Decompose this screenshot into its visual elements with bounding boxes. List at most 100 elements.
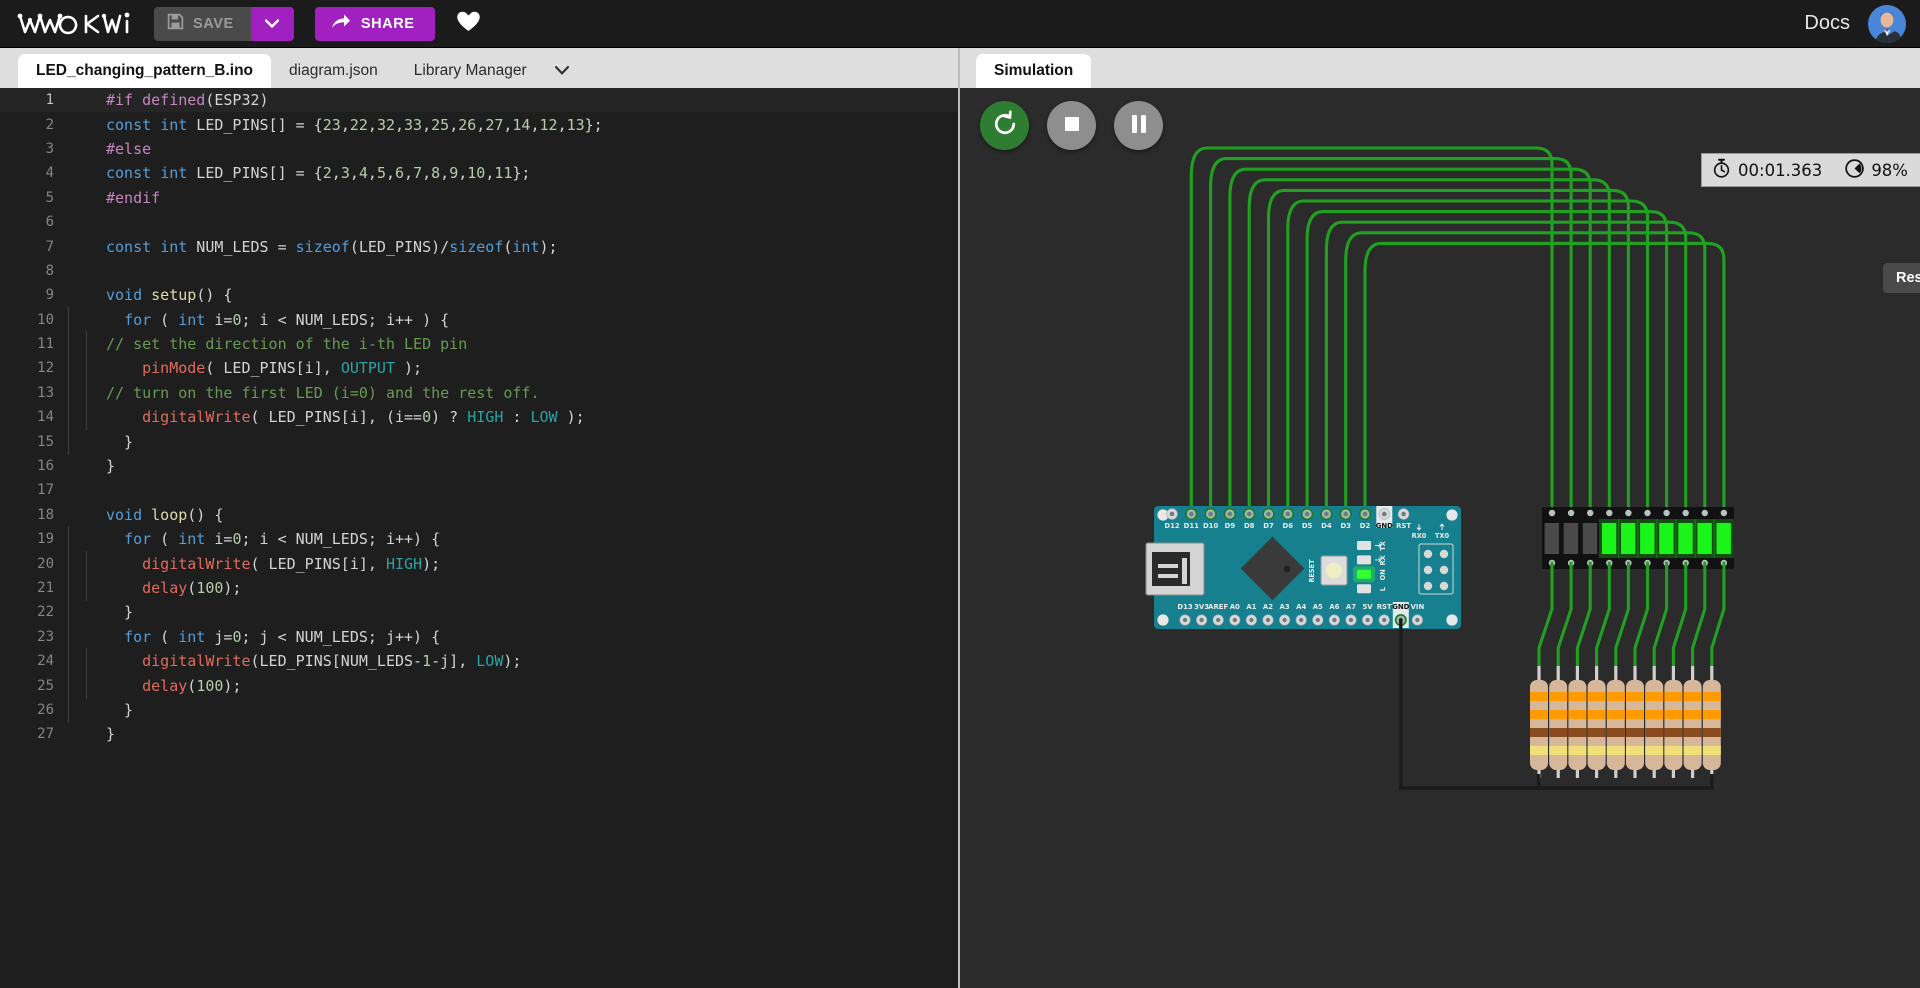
resistor-band-2: [1683, 710, 1702, 719]
code-line[interactable]: 25 delay(100);: [0, 672, 958, 699]
code-line[interactable]: 2 const int LED_PINS[] = {23,22,32,33,25,…: [0, 112, 958, 136]
code-line[interactable]: 6: [0, 210, 958, 234]
code-line[interactable]: 27}: [0, 722, 958, 746]
pin-label-bottom-AREF: AREF: [1208, 603, 1228, 611]
pin-label-D4: D4: [1321, 522, 1332, 530]
resistor-band-2: [1664, 710, 1683, 719]
code-line[interactable]: 3 #else: [0, 137, 958, 161]
led-segment-1[interactable]: [1544, 523, 1559, 554]
resistor-band-4: [1702, 746, 1721, 755]
tab-simulation-label: Simulation: [994, 62, 1074, 79]
pin-label-D12: D12: [1164, 522, 1180, 530]
code-line[interactable]: 15 }: [0, 428, 958, 455]
share-button[interactable]: SHARE: [314, 6, 435, 41]
wokwi-logo[interactable]: [14, 7, 134, 41]
tab-simulation[interactable]: Simulation: [976, 54, 1092, 88]
signal-wire[interactable]: [1247, 178, 1611, 516]
signal-wire[interactable]: [1324, 220, 1688, 516]
code-line[interactable]: 12 pinMode( LED_PINS[i], OUTPUT );: [0, 355, 958, 382]
led-resistor-wire[interactable]: [1633, 561, 1650, 668]
code-line[interactable]: 9 void setup() {: [0, 283, 958, 307]
led-anode-pin[interactable]: [1587, 509, 1594, 517]
code-line[interactable]: 13 // turn on the first LED (i=0) and the…: [0, 379, 958, 406]
code-line[interactable]: 24 digitalWrite(LED_PINS[NUM_LEDS-1-j], …: [0, 648, 958, 675]
code-editor[interactable]: 1 #if defined(ESP32) 2 const int LED_PINS[]…: [0, 88, 958, 988]
pin-hole: [1304, 511, 1310, 517]
led-anode-pin[interactable]: [1567, 509, 1575, 517]
code-text: for ( int i=0; i < NUM_LEDS; i++ ) {: [68, 306, 449, 333]
led-segment-3[interactable]: [1582, 523, 1598, 554]
led-anode-pin[interactable]: [1644, 509, 1651, 517]
led-resistor-wire[interactable]: [1691, 561, 1707, 668]
code-text: const int NUM_LEDS = sizeof(LED_PINS)/si…: [106, 237, 558, 256]
led-resistor-wire[interactable]: [1537, 561, 1554, 668]
reset-button-cap[interactable]: [1326, 562, 1342, 579]
ground-bus-wire[interactable]: [1536, 774, 1714, 790]
led-anode-pin[interactable]: [1720, 509, 1728, 517]
code-line[interactable]: 23 for ( int j=0; j < NUM_LEDS; j++) {: [0, 623, 958, 650]
code-line[interactable]: 21 delay(100);: [0, 575, 958, 601]
code-line[interactable]: 16}: [0, 454, 958, 478]
led-anode-pin[interactable]: [1663, 509, 1670, 517]
indent-guide: [86, 404, 88, 431]
code-text: digitalWrite(LED_PINS[NUM_LEDS-1-j], LOW…: [68, 648, 521, 675]
docs-link[interactable]: Docs: [1804, 12, 1850, 35]
code-line[interactable]: 5 #endif: [0, 186, 958, 210]
circuit-diagram[interactable]: RESETTXRXONLD12 D11 D10 D9 D8 D7 D6 D5 D4 D3 D2 GND…: [960, 88, 1920, 988]
resistor-array[interactable]: [1530, 666, 1721, 778]
code-text: void setup() {: [106, 286, 233, 305]
share-button-label: SHARE: [360, 15, 415, 32]
code-text: }: [68, 428, 133, 455]
code-line[interactable]: 7 const int NUM_LEDS = sizeof(LED_PINS)/s…: [0, 234, 958, 258]
tab-diagram-json[interactable]: diagram.json: [271, 54, 396, 88]
code-line[interactable]: 22 }: [0, 599, 958, 626]
led-bar-graph[interactable]: [1542, 507, 1734, 569]
led-resistor-wire[interactable]: [1710, 561, 1726, 668]
user-avatar[interactable]: [1868, 4, 1906, 43]
led-resistor-wire[interactable]: [1671, 561, 1688, 668]
led-resistor-wire[interactable]: [1652, 561, 1669, 668]
signal-wire[interactable]: [1363, 241, 1726, 516]
save-button-label: SAVE: [193, 15, 234, 32]
signal-wire[interactable]: [1189, 146, 1554, 516]
save-button[interactable]: SAVE: [154, 6, 251, 41]
code-line[interactable]: 18 void loop() {: [0, 503, 958, 527]
resistor-band-1: [1568, 692, 1587, 701]
code-line[interactable]: 11 // set the direction of the i-th LED p…: [0, 331, 958, 358]
pin-label-bottom-A1: A1: [1246, 603, 1256, 611]
signal-wire[interactable]: [1286, 199, 1650, 516]
pin-label-bottom-A4: A4: [1296, 603, 1306, 611]
led-anode-pin[interactable]: [1682, 509, 1689, 517]
led-segment-2[interactable]: [1563, 523, 1579, 554]
editor-tabs-overflow-button[interactable]: [545, 54, 579, 88]
board-ground-wire[interactable]: [1399, 618, 1541, 790]
code-line[interactable]: 4 const int LED_PINS[] = {2,3,4,5,6,7,8,9…: [0, 161, 958, 185]
resistor-band-1: [1664, 692, 1683, 701]
favorite-button[interactable]: [456, 10, 481, 37]
led-resistor-wire[interactable]: [1556, 561, 1573, 668]
signal-wire[interactable]: [1305, 210, 1669, 516]
led-anode-pin[interactable]: [1548, 509, 1556, 517]
code-line[interactable]: 14 digitalWrite( LED_PINS[i], (i==0) ? H…: [0, 404, 958, 431]
code-line[interactable]: 1 #if defined(ESP32): [0, 88, 958, 113]
led-resistor-wire[interactable]: [1614, 561, 1630, 668]
led-anode-pin[interactable]: [1701, 509, 1708, 517]
code-line[interactable]: 10 for ( int i=0; i < NUM_LEDS; i++ ) {: [0, 306, 958, 333]
led-anode-pin[interactable]: [1625, 509, 1632, 517]
led-resistor-wire[interactable]: [1575, 561, 1592, 668]
code-line[interactable]: 26 }: [0, 696, 958, 723]
tab-library-manager[interactable]: Library Manager: [396, 54, 545, 88]
code-line[interactable]: 8: [0, 259, 958, 283]
signal-wire[interactable]: [1266, 188, 1630, 516]
tab-diagram-json-label: diagram.json: [289, 62, 378, 79]
code-text: const int LED_PINS[] = {23,22,32,33,25,2…: [106, 115, 603, 134]
signal-wire[interactable]: [1344, 231, 1707, 516]
save-dropdown-caret[interactable]: [250, 6, 294, 41]
tab-ino-file[interactable]: LED_changing_pattern_B.ino: [18, 54, 272, 88]
led-resistor-wire[interactable]: [1595, 561, 1611, 668]
code-line[interactable]: 20 digitalWrite( LED_PINS[i], HIGH);: [0, 550, 958, 577]
code-line[interactable]: 19 for ( int i=0; i < NUM_LEDS; i++) {: [0, 526, 958, 553]
led-anode-pin[interactable]: [1606, 509, 1613, 517]
icsp-pin: [1439, 581, 1449, 591]
code-line[interactable]: 17: [0, 478, 958, 502]
